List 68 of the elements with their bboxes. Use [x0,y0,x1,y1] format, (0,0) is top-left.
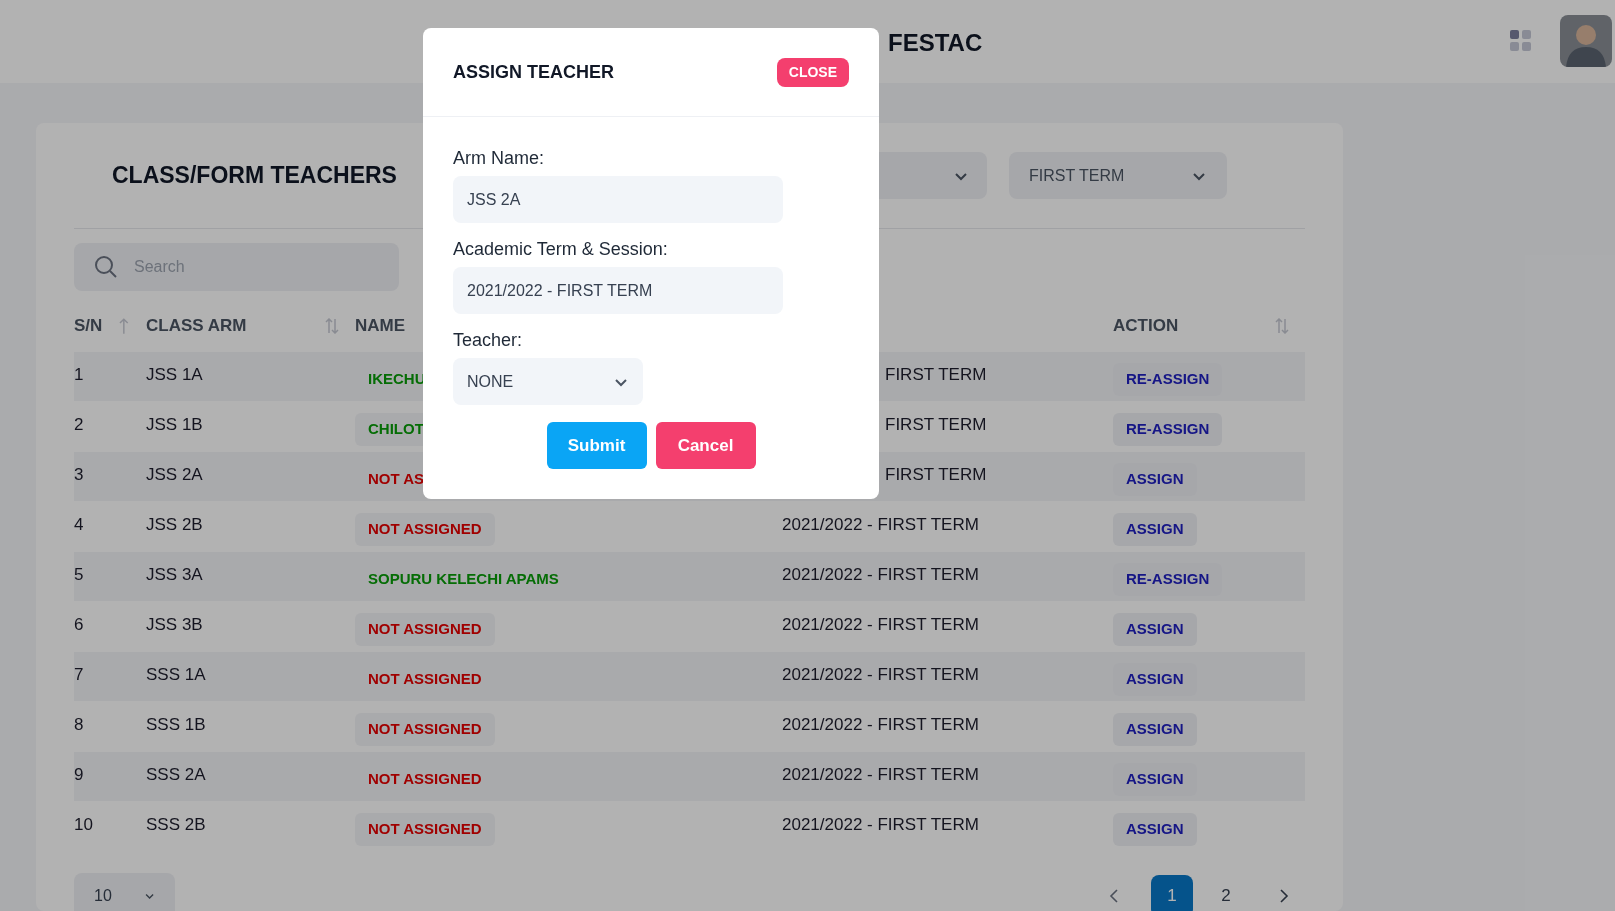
table-cell-text: 2021/2022 - FIRST TERM [782,814,980,836]
table-cell-text: FIRST TERM [884,464,988,486]
table-cell-text: SSS 1B [146,714,207,736]
page-size-select[interactable]: 10 [74,873,175,911]
table-cell-text: 6 [74,614,85,636]
page-button[interactable]: 1 [1151,874,1193,911]
table-cell-text: 1 [74,364,85,386]
table-cell-text: 2021/2022 - FIRST TERM [782,514,980,536]
input-field[interactable]: JSS 2A [453,176,783,223]
column-header[interactable]: CLASS ARM [146,313,247,339]
table-cell-text: JSS 3A [146,564,204,586]
search-icon [94,255,118,279]
table-cell-text: JSS 2A [146,464,204,486]
page-size-value: 10 [94,885,112,906]
term-dropdown[interactable]: FIRST TERM [1009,152,1227,199]
assign-button[interactable]: ASSIGN [1113,513,1197,546]
field-label: Academic Term & Session: [453,238,669,261]
table-cell-text: 2021/2022 - FIRST TERM [782,714,980,736]
close-button[interactable]: CLOSE [776,57,849,87]
assign-button[interactable]: ASSIGN [1113,613,1197,646]
field-label: Teacher: [453,329,524,352]
chevron-left-icon[interactable] [1109,887,1119,904]
teacher-select[interactable]: NONE [453,358,643,405]
page-title: CLASS/FORM TEACHERS [112,161,397,191]
table-cell-text: FIRST TERM [884,364,988,386]
table-cell-text: JSS 3B [146,614,204,636]
search-field[interactable]: Search [74,243,399,291]
table-cell-text: SSS 2A [146,764,207,786]
table-cell-text: SSS 2B [146,814,207,836]
grid-icon[interactable] [1510,30,1531,51]
input-field[interactable]: 2021/2022 - FIRST TERM [453,267,783,314]
table-cell-text: 3 [74,464,85,486]
page-button[interactable]: 2 [1205,874,1247,911]
table-cell-text: 2021/2022 - FIRST TERM [782,664,980,686]
avatar[interactable] [1560,15,1612,67]
status-badge: NOT ASSIGNED [355,613,495,646]
sort-icon[interactable] [325,318,339,334]
status-badge: NOT ASSIGNED [355,713,495,746]
cancel-button[interactable]: Cancel [655,422,756,469]
column-header: NAME [355,315,406,338]
table-cell-text: 2021/2022 - FIRST TERM [782,764,980,786]
status-badge: NOT ASSIGNED [355,513,495,546]
column-header[interactable]: S/N [74,313,103,339]
table-cell-text: 4 [74,514,85,536]
header-title: FESTAC [888,28,983,58]
table-cell-text: JSS 1B [146,414,204,436]
table-cell-text: FIRST TERM [884,414,988,436]
table-cell-text: 7 [74,664,85,686]
table-cell-text: JSS 1A [146,364,204,386]
assign-button[interactable]: RE-ASSIGN [1113,413,1223,446]
assign-button[interactable]: ASSIGN [1113,813,1197,846]
table-cell-text: 2 [74,414,85,436]
sort-icon[interactable] [1275,318,1289,334]
status-badge: NOT ASSIGNED [355,813,495,846]
table-cell-text: 2021/2022 - FIRST TERM [782,564,980,586]
table-cell-text: 10 [74,814,94,836]
modal-title: ASSIGN TEACHER [453,60,614,84]
table-cell-text: 2021/2022 - FIRST TERM [782,614,980,636]
table-cell-text: JSS 2B [146,514,204,536]
field-label: Arm Name: [453,147,545,170]
table-cell-text: 9 [74,764,85,786]
table-cell-text: 8 [74,714,85,736]
chevron-right-icon[interactable] [1279,887,1289,904]
column-header[interactable]: ACTION [1113,313,1179,339]
table-cell-text: 5 [74,564,85,586]
table-cell-text: SSS 1A [146,664,207,686]
sort-up-icon[interactable] [118,317,130,335]
assign-button[interactable]: ASSIGN [1113,713,1197,746]
